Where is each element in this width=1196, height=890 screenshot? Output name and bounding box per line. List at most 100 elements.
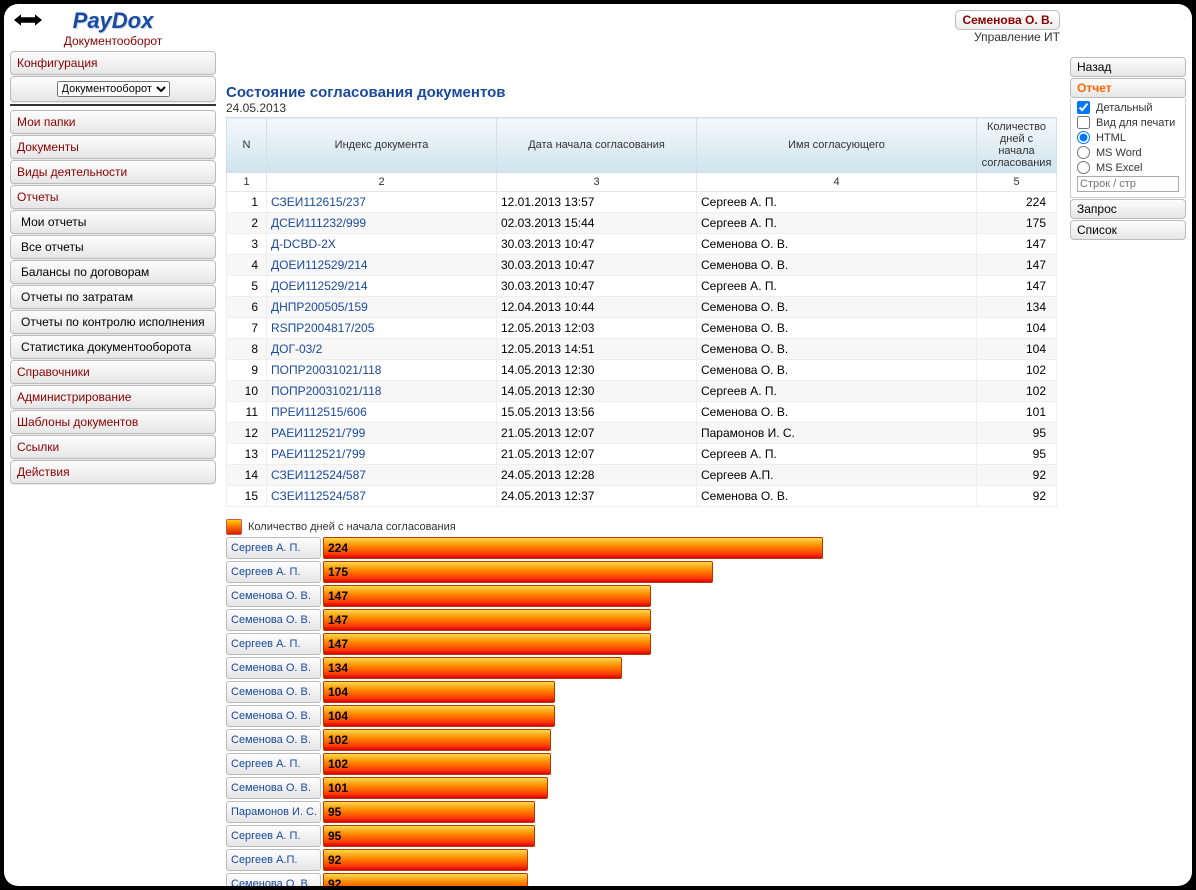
sidebar-left: PayDox Документооборот Конфигурация Доку… — [4, 4, 222, 886]
print-icon[interactable] — [14, 10, 42, 35]
bar-label: Семенова О. В. — [226, 609, 321, 631]
doc-index-link[interactable]: СЗЕИ112524/587 — [271, 468, 366, 482]
doc-index-link[interactable]: СЗЕИ112615/237 — [271, 195, 366, 209]
detailed-checkbox[interactable] — [1077, 101, 1090, 114]
bar-row: Сергеев А. П.175 — [226, 561, 1060, 583]
bar-label: Сергеев А. П. — [226, 633, 321, 655]
bar-row: Семенова О. В.101 — [226, 777, 1060, 799]
doc-index-link[interactable]: ПОПР20031021/118 — [271, 363, 381, 377]
cell-approver: Семенова О. В. — [697, 234, 977, 255]
doc-index-link[interactable]: ПРЕИ112515/606 — [271, 405, 367, 419]
cell-days: 134 — [977, 297, 1057, 318]
nav-item-6[interactable]: Балансы по договорам — [10, 260, 216, 284]
nav-item-2[interactable]: Виды деятельности — [10, 160, 216, 184]
bar-row: Семенова О. В.104 — [226, 681, 1060, 703]
cell-days: 92 — [977, 465, 1057, 486]
rows-per-page-input[interactable] — [1077, 176, 1179, 192]
doc-index-link[interactable]: ДСЕИ111232/999 — [271, 216, 366, 230]
list-button[interactable]: Список — [1070, 220, 1186, 240]
query-button[interactable]: Запрос — [1070, 199, 1186, 219]
bar-label: Сергеев А. П. — [226, 753, 321, 775]
format-excel-label: MS Excel — [1096, 162, 1142, 174]
configuration-button[interactable]: Конфигурация — [10, 51, 216, 75]
doc-index-link[interactable]: ДНПР200505/159 — [271, 300, 368, 314]
bar-fill: 104 — [323, 681, 555, 703]
cell-days: 95 — [977, 423, 1057, 444]
doc-index-link[interactable]: ДОЕИ112529/214 — [271, 279, 368, 293]
bar-row: Семенова О. В.147 — [226, 609, 1060, 631]
bar-row: Парамонов И. С.95 — [226, 801, 1060, 823]
cell-n: 1 — [227, 192, 267, 213]
cell-days: 95 — [977, 444, 1057, 465]
user-name: Семенова О. В. — [962, 13, 1053, 27]
back-button[interactable]: Назад — [1070, 57, 1186, 77]
bar-label: Семенова О. В. — [226, 873, 321, 886]
colnum-1: 1 — [227, 173, 267, 192]
report-panel-header[interactable]: Отчет — [1070, 78, 1186, 98]
col-approver-header: Имя согласующего — [697, 118, 977, 173]
table-row: 4ДОЕИ112529/21430.03.2013 10:47Семенова … — [227, 255, 1057, 276]
printview-checkbox[interactable] — [1077, 116, 1090, 129]
bar-row: Семенова О. В.147 — [226, 585, 1060, 607]
cell-date: 15.05.2013 13:56 — [497, 402, 697, 423]
table-row: 7RSПР2004817/20512.05.2013 12:03Семенова… — [227, 318, 1057, 339]
cell-approver: Сергеев А. П. — [697, 444, 977, 465]
nav-item-5[interactable]: Все отчеты — [10, 235, 216, 259]
bar-label: Семенова О. В. — [226, 777, 321, 799]
bar-fill: 102 — [323, 729, 551, 751]
bar-row: Семенова О. В.104 — [226, 705, 1060, 727]
nav-item-3[interactable]: Отчеты — [10, 185, 216, 209]
doc-index-link[interactable]: СЗЕИ112524/587 — [271, 489, 366, 503]
bar-fill: 134 — [323, 657, 622, 679]
nav-item-7[interactable]: Отчеты по затратам — [10, 285, 216, 309]
cell-n: 13 — [227, 444, 267, 465]
doc-index-link[interactable]: RSПР2004817/205 — [271, 321, 374, 335]
colnum-5: 5 — [977, 173, 1057, 192]
page-date: 24.05.2013 — [226, 101, 1060, 115]
cell-approver: Сергеев А.П. — [697, 465, 977, 486]
user-block: Семенова О. В. Управление ИТ — [226, 10, 1060, 44]
bar-fill: 147 — [323, 609, 651, 631]
bar-label: Сергеев А. П. — [226, 825, 321, 847]
nav-item-0[interactable]: Мои папки — [10, 110, 216, 134]
col-n-header: N — [227, 118, 267, 173]
format-html-radio[interactable] — [1077, 131, 1090, 144]
cell-days: 147 — [977, 276, 1057, 297]
table-row: 11ПРЕИ112515/60615.05.2013 13:56Семенова… — [227, 402, 1057, 423]
doc-index-link[interactable]: РАЕИ112521/799 — [271, 447, 365, 461]
doc-index-link[interactable]: ДОГ-03/2 — [271, 342, 322, 356]
bar-fill: 147 — [323, 633, 651, 655]
bar-fill: 92 — [323, 873, 528, 886]
nav-item-8[interactable]: Отчеты по контролю исполнения — [10, 310, 216, 334]
cell-approver: Сергеев А. П. — [697, 213, 977, 234]
cell-date: 30.03.2013 10:47 — [497, 234, 697, 255]
colnum-4: 4 — [697, 173, 977, 192]
cell-date: 24.05.2013 12:28 — [497, 465, 697, 486]
doc-index-link[interactable]: РАЕИ112521/799 — [271, 426, 365, 440]
doc-index-link[interactable]: ДОЕИ112529/214 — [271, 258, 368, 272]
nav-item-12[interactable]: Шаблоны документов — [10, 410, 216, 434]
bar-fill: 175 — [323, 561, 713, 583]
cell-days: 104 — [977, 339, 1057, 360]
main-content: Семенова О. В. Управление ИТ Состояние с… — [222, 4, 1064, 886]
cell-date: 12.04.2013 10:44 — [497, 297, 697, 318]
bar-fill: 224 — [323, 537, 823, 559]
nav-item-11[interactable]: Администрирование — [10, 385, 216, 409]
nav-item-10[interactable]: Справочники — [10, 360, 216, 384]
format-word-radio[interactable] — [1077, 146, 1090, 159]
cell-date: 21.05.2013 12:07 — [497, 423, 697, 444]
detailed-label: Детальный — [1096, 102, 1153, 114]
doc-index-link[interactable]: ПОПР20031021/118 — [271, 384, 381, 398]
nav-item-9[interactable]: Статистика документооборота — [10, 335, 216, 359]
doc-index-link[interactable]: Д-DCBD-2X — [271, 237, 336, 251]
approval-table: N Индекс документа Дата начала согласова… — [226, 117, 1057, 507]
cell-days: 101 — [977, 402, 1057, 423]
nav-item-1[interactable]: Документы — [10, 135, 216, 159]
nav-item-13[interactable]: Ссылки — [10, 435, 216, 459]
table-row: 15СЗЕИ112524/58724.05.2013 12:37Семенова… — [227, 486, 1057, 507]
format-excel-radio[interactable] — [1077, 161, 1090, 174]
config-select[interactable]: Документооборот — [57, 81, 170, 97]
cell-approver: Сергеев А. П. — [697, 276, 977, 297]
nav-item-14[interactable]: Действия — [10, 460, 216, 484]
nav-item-4[interactable]: Мои отчеты — [10, 210, 216, 234]
